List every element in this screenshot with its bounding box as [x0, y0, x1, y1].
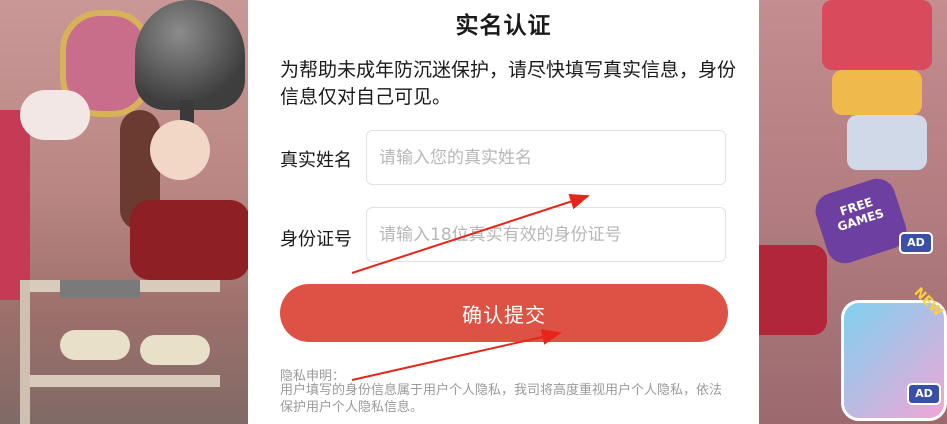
- curtain: [0, 110, 30, 300]
- name-label: 真实姓名: [280, 150, 352, 171]
- shelf-leg: [20, 280, 30, 424]
- salon-chair: [130, 200, 250, 280]
- hair-dryer-icon: [135, 0, 245, 110]
- dialog-title: 实名认证: [455, 13, 552, 39]
- shelf-bottom: [20, 375, 220, 387]
- game-scene-right: FREE GAMES AD NEW AD: [727, 0, 947, 424]
- ad-badge-icon: AD: [899, 232, 933, 254]
- real-name-verification-dialog: 实名认证 为帮助未成年防沉迷保护，请尽快填写真实信息，身份信息仅对自己可见。 真…: [248, 0, 759, 424]
- character-sticker: [822, 0, 932, 70]
- real-name-input[interactable]: [366, 130, 726, 185]
- dialog-description: 为帮助未成年防沉迷保护，请尽快填写真实信息，身份信息仅对自己可见。: [280, 59, 737, 108]
- id-number-input[interactable]: [366, 207, 726, 262]
- hair-roller: [140, 335, 210, 365]
- submit-button[interactable]: 确认提交: [280, 284, 728, 342]
- id-label: 身份证号: [280, 229, 352, 250]
- privacy-statement: 用户填写的身份信息属于用户个人隐私，我司将高度重视用户个人隐私，依法保护用户个人…: [280, 383, 723, 415]
- character-face: [150, 120, 210, 180]
- game-scene-left: [0, 0, 250, 424]
- comb-icon: [60, 280, 140, 298]
- character-sticker: [847, 115, 927, 170]
- character-sticker: [832, 70, 922, 115]
- ad-badge-icon: AD: [907, 383, 941, 405]
- flowers: [20, 90, 90, 140]
- hair-roller: [60, 330, 130, 360]
